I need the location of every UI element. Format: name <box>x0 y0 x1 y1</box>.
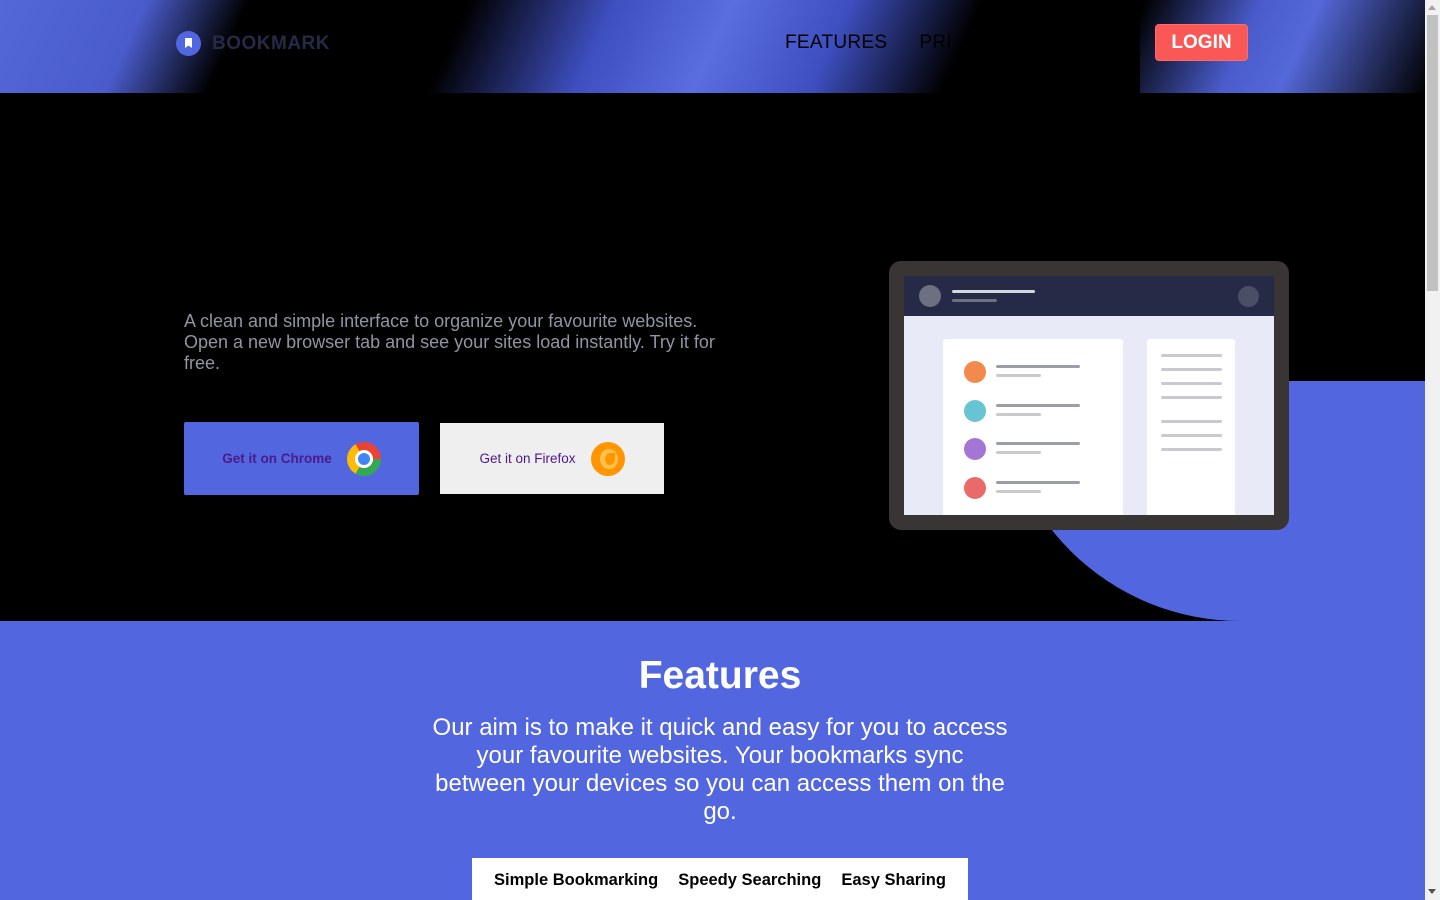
features-tabs: Simple Bookmarking Speedy Searching Easy… <box>472 858 968 900</box>
tablet-screen <box>904 276 1274 515</box>
firefox-button-label: Get it on Firefox <box>479 451 576 466</box>
features-description: Our aim is to make it quick and easy for… <box>432 714 1008 825</box>
hero-illustration-tablet <box>889 261 1289 530</box>
tab-speedy-searching[interactable]: Speedy Searching <box>678 871 821 890</box>
features-section: Features Our aim is to make it quick and… <box>0 621 1425 900</box>
chrome-download-button[interactable]: Get it on Chrome <box>184 422 419 495</box>
login-button[interactable]: LOGIN <box>1155 24 1248 61</box>
chrome-icon <box>346 441 381 476</box>
features-title: Features <box>638 654 802 697</box>
logo-text: BOOKMARK <box>212 32 330 54</box>
logo[interactable]: BOOKMARK <box>176 31 330 56</box>
tab-simple-bookmarking[interactable]: Simple Bookmarking <box>494 871 658 890</box>
firefox-icon <box>590 441 625 476</box>
bookmark-logo-icon <box>176 31 201 56</box>
scroll-down-icon[interactable] <box>1428 889 1436 894</box>
page-scrollbar[interactable] <box>1425 0 1440 900</box>
hero-background-shape-top <box>1280 381 1425 391</box>
scroll-up-icon[interactable] <box>1428 5 1436 10</box>
site-header: BOOKMARK FEATURES PRI LOGIN <box>0 0 1425 93</box>
hero-description: A clean and simple interface to organize… <box>184 311 715 373</box>
tab-easy-sharing[interactable]: Easy Sharing <box>841 871 946 890</box>
main-nav: FEATURES PRI <box>785 0 1140 93</box>
firefox-download-button[interactable]: Get it on Firefox <box>440 423 664 494</box>
nav-link-features[interactable]: FEATURES <box>785 32 887 54</box>
nav-link-pricing[interactable]: PRI <box>919 32 952 54</box>
tablet-bookmark-list <box>943 339 1123 515</box>
tablet-sidebar <box>1147 339 1235 515</box>
chrome-button-label: Get it on Chrome <box>222 451 332 466</box>
nav-overlay <box>970 0 1140 93</box>
scrollbar-thumb[interactable] <box>1427 15 1438 291</box>
tablet-topbar <box>904 276 1274 316</box>
